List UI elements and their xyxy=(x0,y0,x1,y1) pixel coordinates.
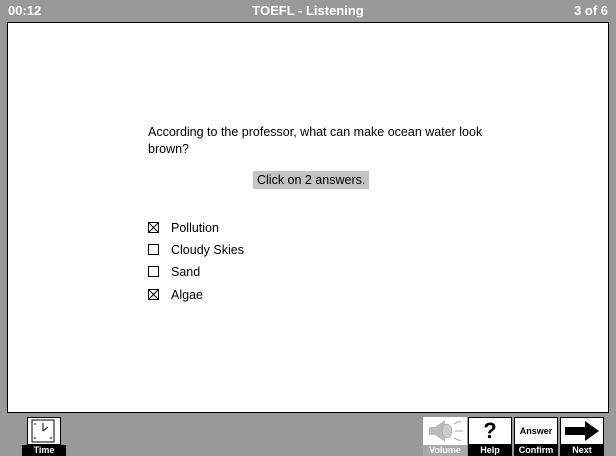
speaker-icon xyxy=(429,420,463,442)
question-text: According to the professor, what can mak… xyxy=(148,125,483,156)
checkbox-checked-icon[interactable] xyxy=(148,289,159,300)
clock-icon xyxy=(31,419,55,443)
checkbox-checked-icon[interactable] xyxy=(148,222,159,233)
answer-face-label: Answer xyxy=(519,426,553,436)
next-button[interactable]: Next xyxy=(560,417,604,456)
answer-label: Cloudy Skies xyxy=(171,243,244,257)
test-window: TOEFL - Listening 00:12 3 of 6 According… xyxy=(0,0,616,456)
answer-label: Pollution xyxy=(171,221,219,235)
question-mark-icon: ? xyxy=(483,418,497,443)
elapsed-timer: 00:12 xyxy=(8,3,42,18)
answer-confirm-button[interactable]: Answer Confirm xyxy=(514,417,558,456)
next-button-label: Next xyxy=(560,445,604,456)
checkbox-empty-icon[interactable] xyxy=(148,266,159,277)
instruction-banner: Click on 2 answers. xyxy=(253,171,370,189)
answer-label: Algae xyxy=(171,288,203,302)
title-bar: TOEFL - Listening 00:12 3 of 6 xyxy=(0,0,616,22)
question-panel: According to the professor, what can mak… xyxy=(7,22,609,413)
confirm-button-label: Confirm xyxy=(514,445,558,456)
volume-button[interactable]: Volume xyxy=(423,417,467,456)
answer-label: Sand xyxy=(171,265,201,279)
volume-button-label: Volume xyxy=(423,445,467,456)
time-button-label: Time xyxy=(22,445,66,456)
right-arrow-icon xyxy=(565,421,599,441)
checkbox-empty-icon[interactable] xyxy=(148,244,159,255)
help-button-label: Help xyxy=(468,445,512,456)
help-button[interactable]: ? Help xyxy=(468,417,512,456)
time-button[interactable]: Time xyxy=(22,417,66,456)
question-progress: 3 of 6 xyxy=(574,3,608,18)
section-title: TOEFL - Listening xyxy=(252,3,364,18)
